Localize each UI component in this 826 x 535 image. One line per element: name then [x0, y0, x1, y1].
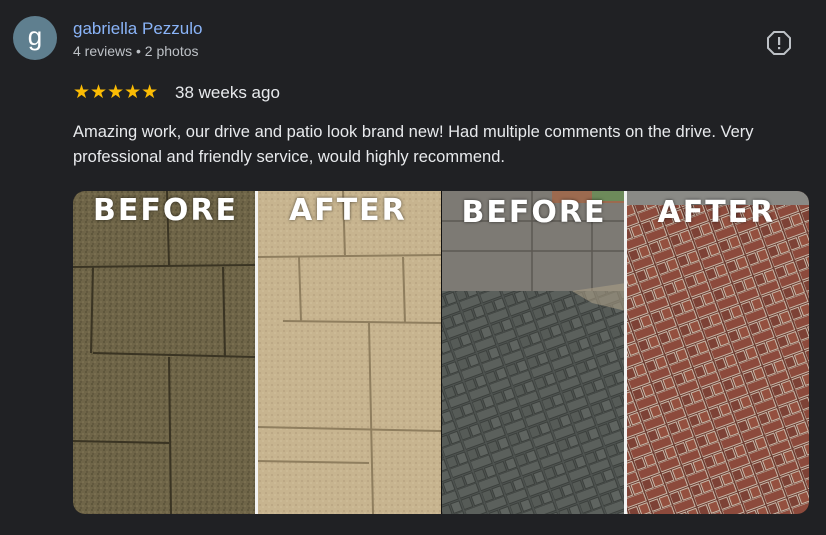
- report-flag-icon: [767, 31, 791, 55]
- reviewer-meta: 4 reviews • 2 photos: [73, 43, 199, 59]
- review-date: 38 weeks ago: [175, 83, 280, 102]
- patio-before-after-image: [73, 191, 441, 514]
- review-text: Amazing work, our drive and patio look b…: [73, 123, 754, 166]
- driveway-before-after-image: [441, 191, 809, 514]
- before-caption: BEFORE: [461, 195, 607, 230]
- before-caption: BEFORE: [93, 193, 238, 228]
- review-photos: BEFORE AFTER BEFORE AFTER: [73, 191, 809, 514]
- review-photo-driveway[interactable]: BEFORE AFTER: [440, 191, 809, 514]
- after-caption: AFTER: [289, 193, 407, 228]
- avatar[interactable]: g: [13, 16, 57, 60]
- report-review-button[interactable]: [766, 30, 792, 56]
- reviewer-name-link[interactable]: gabriella Pezzulo: [73, 19, 202, 39]
- review-card: g gabriella Pezzulo 4 reviews • 2 photos…: [0, 0, 826, 535]
- review-photo-patio[interactable]: BEFORE AFTER: [73, 191, 441, 514]
- star-rating: ★★★★★: [73, 82, 159, 103]
- after-caption: AFTER: [657, 195, 776, 230]
